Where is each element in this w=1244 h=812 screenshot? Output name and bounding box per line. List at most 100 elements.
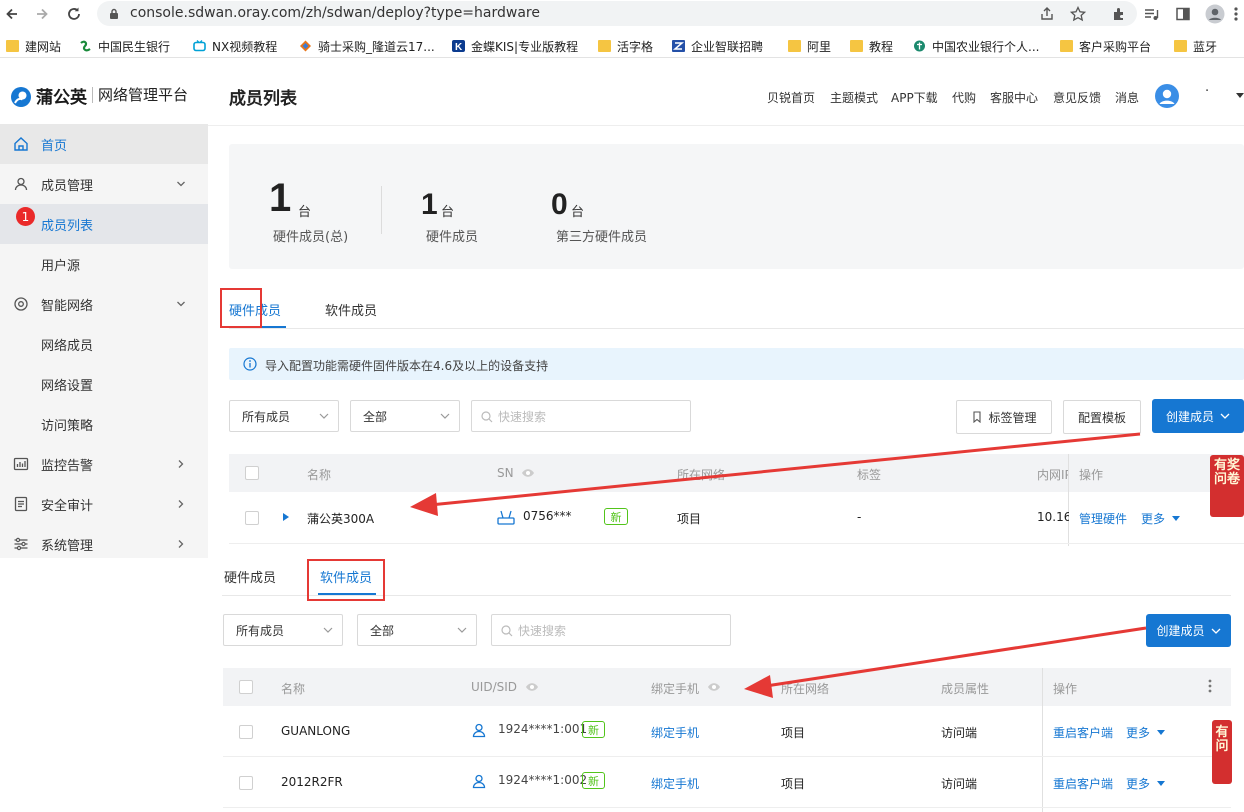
bookmark-item[interactable]: 骑士采购_隆道云17...: [299, 38, 435, 54]
chevron-right-icon: [178, 460, 184, 468]
page-title: 成员列表: [229, 89, 297, 109]
row-checkbox[interactable]: [239, 776, 253, 790]
bookmark-item[interactable]: 中国农业银行个人...: [913, 38, 1039, 54]
sidebar-item-home[interactable]: 首页: [0, 124, 208, 164]
nav-theme[interactable]: 主题模式: [830, 89, 878, 106]
more-dropdown[interactable]: 更多: [1126, 724, 1150, 741]
bookmark-item[interactable]: 阿里: [788, 38, 831, 54]
sidebar-item-network-settings[interactable]: 网络设置: [0, 364, 208, 404]
star-icon[interactable]: [1070, 6, 1086, 22]
tag-management-button[interactable]: 标签管理: [956, 400, 1052, 434]
nav-feedback[interactable]: 意见反馈: [1053, 89, 1101, 106]
restart-client-link[interactable]: 重启客户端: [1053, 724, 1113, 741]
back-icon[interactable]: [4, 6, 20, 22]
tab-software-members[interactable]: 软件成员: [325, 300, 377, 319]
device-ip: 10.16: [1037, 510, 1069, 524]
sidebar-item-monitor-alert[interactable]: 监控告警: [0, 444, 208, 484]
sidebar-item-user-source[interactable]: 用户源: [0, 244, 208, 284]
bookmark-item[interactable]: 客户采购平台: [1060, 38, 1151, 54]
col-ip: 内网IP: [1037, 468, 1069, 482]
software-table-header: 名称 UID/SID 绑定手机 所在网络 成员属性 操作: [223, 668, 1231, 706]
eye-icon[interactable]: [521, 468, 535, 478]
profile-icon[interactable]: [1205, 4, 1225, 24]
nav-messages[interactable]: 消息: [1115, 89, 1139, 106]
media-icon[interactable]: [1143, 6, 1159, 22]
config-template-button[interactable]: 配置模板: [1063, 400, 1141, 434]
share-icon[interactable]: [1039, 6, 1055, 22]
caret-down-icon: [1157, 730, 1165, 735]
create-member-button[interactable]: 创建成员: [1152, 399, 1244, 433]
address-bar[interactable]: console.sdwan.oray.com/zh/sdwan/deploy?t…: [97, 1, 1137, 26]
sidebar-item-access-policy[interactable]: 访问策略: [0, 404, 208, 444]
eye-icon[interactable]: [707, 682, 721, 692]
col-tag: 标签: [857, 468, 882, 482]
sidebar-item-member-management[interactable]: 成员管理: [0, 164, 208, 204]
restart-client-link[interactable]: 重启客户端: [1053, 775, 1113, 792]
forward-icon[interactable]: [34, 6, 50, 22]
row-checkbox[interactable]: [239, 725, 253, 739]
nav-purchase[interactable]: 代购: [952, 89, 976, 106]
extensions-icon[interactable]: [1111, 6, 1127, 22]
bind-phone-link[interactable]: 绑定手机: [651, 775, 699, 792]
sidebar-item-security-audit[interactable]: 安全审计: [0, 484, 208, 524]
member-filter-select[interactable]: 所有成员: [223, 614, 343, 646]
search-icon: [501, 625, 513, 637]
sidebar-item-network-members[interactable]: 网络成员: [0, 324, 208, 364]
network-filter-select[interactable]: 全部: [357, 614, 477, 646]
chevron-down-icon: [319, 413, 329, 419]
caret-down-icon[interactable]: [1236, 93, 1244, 99]
search-input[interactable]: 快速搜索: [471, 400, 691, 432]
create-member-button[interactable]: 创建成员: [1146, 614, 1231, 647]
caret-down-icon: [1157, 781, 1165, 786]
manage-hardware-link[interactable]: 管理硬件: [1079, 510, 1127, 527]
network-filter-select[interactable]: 全部: [350, 400, 460, 432]
stat-third-party-value: 0: [551, 188, 568, 221]
more-dropdown[interactable]: 更多: [1141, 510, 1165, 527]
survey-promo[interactable]: 有奖 问卷: [1210, 455, 1244, 517]
tag-icon: [973, 411, 982, 423]
bookmark-item[interactable]: 蓝牙: [1174, 38, 1217, 54]
survey-promo[interactable]: 有问: [1212, 720, 1232, 784]
select-all-checkbox[interactable]: [239, 680, 253, 694]
bookmark-item[interactable]: 教程: [850, 38, 893, 54]
select-all-checkbox[interactable]: [245, 466, 259, 480]
nav-app-download[interactable]: APP下载: [891, 89, 938, 106]
bookmark-item[interactable]: 建网站: [6, 38, 61, 54]
bookmark-item[interactable]: 中国民生银行: [79, 38, 170, 54]
expand-icon[interactable]: [283, 513, 289, 521]
reload-icon[interactable]: [66, 6, 82, 22]
stats-card: 1 台 硬件成员(总) 1 台 硬件成员 0 台 第三方硬件成员: [229, 144, 1244, 269]
avatar[interactable]: [1155, 84, 1179, 108]
bookmark-item[interactable]: K 金蝶KIS|专业版教程: [452, 38, 578, 54]
more-dropdown[interactable]: 更多: [1126, 775, 1150, 792]
bookmark-item[interactable]: NX视频教程: [193, 38, 277, 54]
col-name: 名称: [307, 468, 332, 482]
menu-icon[interactable]: [1233, 6, 1239, 22]
table-row: 2012R2FR 1924****1:002 新 绑定手机 项目 访问端 重启客…: [223, 757, 1231, 808]
member-filter-select[interactable]: 所有成员: [229, 400, 339, 432]
sidebar-item-system-management[interactable]: 系统管理: [0, 524, 208, 564]
eye-icon[interactable]: [525, 682, 539, 692]
stat-hardware-label: 硬件成员: [426, 230, 479, 245]
user-name[interactable]: ·: [1205, 84, 1209, 99]
folder-icon: [1060, 40, 1073, 52]
search-input[interactable]: 快速搜索: [491, 614, 731, 646]
notice-text: 导入配置功能需硬件固件版本在4.6及以上的设备支持: [265, 359, 549, 373]
bookmark-item[interactable]: 活字格: [598, 38, 653, 54]
more-vertical-icon[interactable]: [1208, 679, 1212, 693]
diamond-logo-icon: [300, 40, 311, 52]
sidebar-item-member-list[interactable]: 1 成员列表: [0, 204, 208, 244]
stat-divider: [381, 186, 382, 234]
chevron-down-icon: [177, 181, 185, 187]
bookmark-item[interactable]: 企业智联招聘: [672, 38, 763, 54]
nav-service[interactable]: 客服中心: [990, 89, 1038, 106]
sidepanel-icon[interactable]: [1175, 6, 1191, 22]
row-checkbox[interactable]: [245, 511, 259, 525]
stat-total-unit: 台: [298, 205, 312, 220]
nav-home[interactable]: 贝锐首页: [767, 89, 815, 106]
bind-phone-link[interactable]: 绑定手机: [651, 724, 699, 741]
caret-down-icon: [1172, 516, 1180, 521]
tab-hardware-members[interactable]: 硬件成员: [224, 567, 276, 586]
zhilian-logo-icon: [672, 40, 685, 52]
sidebar-item-smart-network[interactable]: 智能网络: [0, 284, 208, 324]
